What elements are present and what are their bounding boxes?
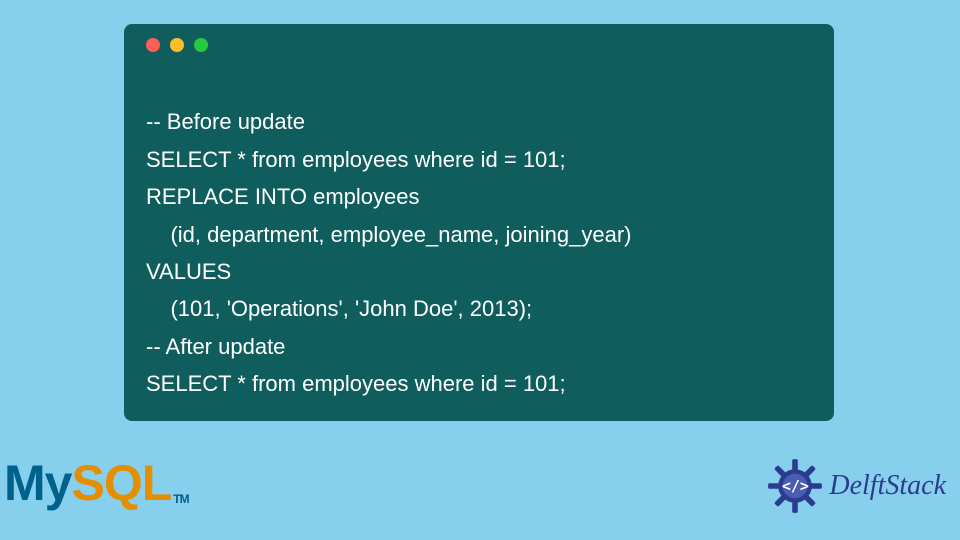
code-line: SELECT * from employees where id = 101; (146, 147, 566, 172)
maximize-icon (194, 38, 208, 52)
delftstack-text: DelftStack (829, 470, 946, 502)
delftstack-logo: </> DelftStack (767, 458, 946, 514)
mysql-logo: MySQLTM (4, 454, 189, 512)
code-line: SELECT * from employees where id = 101; (146, 371, 566, 396)
code-block: -- Before update SELECT * from employees… (146, 66, 812, 403)
code-window: -- Before update SELECT * from employees… (124, 24, 834, 421)
code-line: -- Before update (146, 109, 305, 134)
code-brackets-icon: </> (782, 477, 809, 495)
minimize-icon (170, 38, 184, 52)
mysql-logo-my: My (4, 455, 71, 511)
code-line: REPLACE INTO employees (146, 184, 419, 209)
delftstack-emblem: </> (767, 458, 823, 514)
code-line: VALUES (146, 259, 231, 284)
code-line: (id, department, employee_name, joining_… (146, 222, 631, 247)
code-line: (101, 'Operations', 'John Doe', 2013); (146, 296, 532, 321)
code-line: -- After update (146, 334, 285, 359)
mysql-logo-tm: TM (173, 492, 188, 506)
window-controls (146, 38, 812, 52)
close-icon (146, 38, 160, 52)
mysql-logo-sql: SQL (71, 455, 171, 511)
